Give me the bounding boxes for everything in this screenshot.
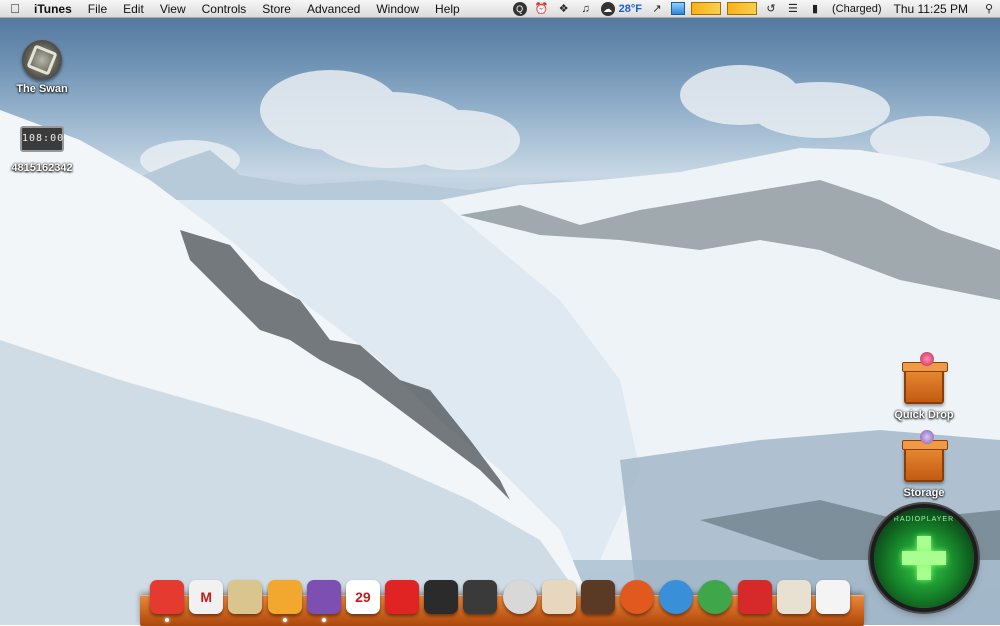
memory-meter-icon[interactable] (670, 2, 685, 15)
dock-item-starbucks[interactable] (815, 580, 850, 614)
dock-item-safari[interactable] (228, 580, 263, 614)
battery-status[interactable]: (Charged) (832, 3, 882, 15)
menu-app-name[interactable]: iTunes (30, 2, 80, 16)
desktop-icon-storage[interactable]: Storage (884, 430, 964, 499)
desktop-icon-label: The Swan (16, 83, 68, 95)
dock-item-finder[interactable] (150, 580, 184, 622)
running-indicator (282, 618, 287, 622)
menu-help[interactable]: Help (427, 0, 468, 18)
desktop-icon-label: 4815162342 (11, 162, 73, 174)
mountain-scenery (0, 65, 1000, 625)
dock: M 29 (150, 574, 850, 622)
dock-item-adium[interactable] (267, 580, 302, 622)
dock-item-itunes[interactable] (306, 580, 341, 622)
weather-icon[interactable]: ☁ (600, 1, 615, 16)
radio-orb-widget[interactable]: RADIOPLAYER (874, 508, 974, 608)
alarm-clock-icon[interactable]: ⏰ (535, 2, 549, 16)
menu-file[interactable]: File (80, 0, 115, 18)
orange-box-icon (902, 430, 948, 482)
apple-logo-icon[interactable]:  (0, 1, 30, 16)
dock-item-ical[interactable]: 29 (345, 580, 380, 614)
desktop-icon-label: Quick Drop (894, 409, 954, 421)
menu-advanced[interactable]: Advanced (299, 0, 368, 18)
wifi-icon[interactable]: ☰ (786, 2, 800, 16)
status-menus: Q ⏰ ❖ ♫ ☁ 28°F ↗ ↺ ☰ ▮ (Charged) Thu 11:… (509, 0, 1000, 18)
gmail-envelope-icon: M (200, 589, 212, 605)
running-indicator (165, 618, 169, 622)
dock-item-photo-booth[interactable] (385, 580, 420, 614)
menu-view[interactable]: View (152, 0, 194, 18)
dharma-swan-icon (22, 40, 62, 80)
calendar-icon: 29 (355, 589, 371, 605)
orb-arc-label: RADIOPLAYER (893, 516, 955, 523)
desktop-icon-counter[interactable]: 108:00 4815162342 (2, 126, 82, 174)
orange-box-icon (902, 352, 948, 404)
countdown-clock-icon: 108:00 (20, 126, 64, 152)
temperature-readout[interactable]: 28°F (619, 3, 642, 15)
dock-item-coffee[interactable] (541, 580, 576, 614)
dock-item-reebok[interactable] (776, 580, 811, 614)
menu-edit[interactable]: Edit (115, 0, 152, 18)
dock-item-mail[interactable]: M (189, 580, 224, 614)
script-icon[interactable]: ❖ (557, 2, 571, 16)
menu-window[interactable]: Window (368, 0, 427, 18)
cpu-meter-icon[interactable] (690, 2, 721, 15)
menu-bar:  iTunes File Edit View Controls Store A… (0, 0, 1000, 18)
dock-item-camera[interactable] (424, 580, 459, 614)
spotlight-search-icon[interactable]: ⚲ (982, 2, 996, 16)
battery-icon[interactable]: ▮ (808, 2, 822, 16)
menu-controls[interactable]: Controls (194, 0, 255, 18)
green-orb-radio-icon (902, 536, 946, 580)
dock-item-nike[interactable] (737, 580, 772, 614)
dock-item-windows[interactable] (659, 580, 694, 614)
cursor-icon[interactable]: ↗ (650, 2, 664, 16)
network-meter-icon[interactable] (726, 2, 757, 15)
quicksilver-icon[interactable]: Q (512, 1, 527, 16)
menu-store[interactable]: Store (254, 0, 299, 18)
music-note-icon[interactable]: ♫ (579, 2, 593, 16)
dock-item-xbox[interactable] (698, 580, 733, 614)
desktop-icon-the-swan[interactable]: The Swan (2, 40, 82, 95)
dock-item-dashboard[interactable] (580, 580, 615, 614)
desktop-wallpaper (0, 0, 1000, 625)
desktop-icon-label: Storage (903, 487, 945, 499)
dock-item-dvd-player[interactable] (463, 580, 498, 614)
dock-item-ubuntu[interactable] (620, 580, 655, 614)
dock-item-disk-utility[interactable] (502, 580, 537, 614)
menu-clock[interactable]: Thu 11:25 PM (894, 2, 968, 16)
running-indicator (321, 618, 326, 622)
desktop-icon-quick-drop[interactable]: Quick Drop (884, 352, 964, 421)
time-machine-icon[interactable]: ↺ (764, 2, 778, 16)
